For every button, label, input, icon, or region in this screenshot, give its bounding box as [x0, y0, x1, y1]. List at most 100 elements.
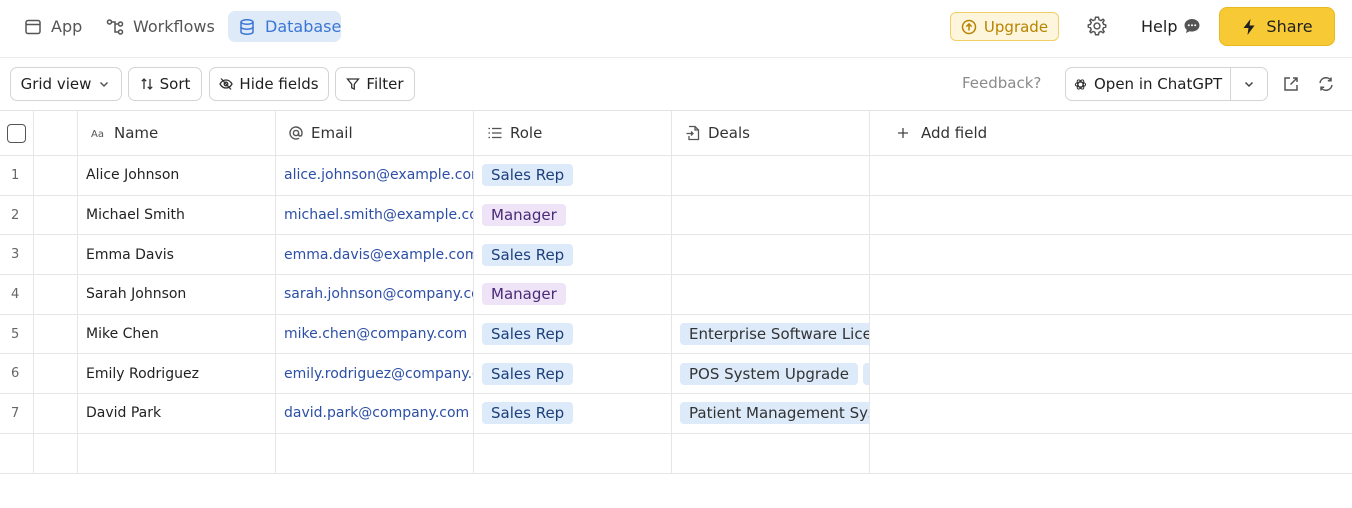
sort-label: Sort — [159, 75, 191, 93]
empty-cell[interactable] — [78, 433, 276, 473]
row-expand-cell[interactable] — [34, 156, 78, 195]
table-row[interactable]: 6 Emily Rodriguez emily.rodriguez@company.… — [0, 354, 1352, 395]
eye-off-icon — [219, 77, 234, 91]
arrow-up-circle-icon — [961, 19, 977, 35]
empty-cell — [0, 433, 34, 473]
email-cell[interactable]: emily.rodriguez@company.com — [276, 354, 474, 394]
filter-button[interactable]: Filter — [335, 67, 415, 101]
role-cell[interactable]: Manager — [474, 195, 672, 235]
name-cell[interactable]: Emma Davis — [78, 235, 276, 275]
email-link[interactable]: sarah.johnson@company.com — [284, 286, 473, 302]
email-link[interactable]: mike.chen@company.com — [284, 326, 467, 342]
role-chip: Manager — [482, 283, 566, 306]
deal-chip[interactable]: Patient Management System — [680, 402, 869, 425]
table-row[interactable]: 7 David Park david.park@company.com Sales R… — [0, 394, 1352, 434]
role-cell[interactable]: Sales Rep — [474, 354, 672, 394]
column-header-deals[interactable]: Deals — [672, 111, 870, 155]
table-row[interactable]: 1 Alice Johnson alice.johnson@example.com S… — [0, 156, 1352, 196]
email-cell[interactable]: michael.smith@example.com — [276, 195, 474, 235]
email-link[interactable]: michael.smith@example.com — [284, 207, 473, 223]
upgrade-label: Upgrade — [983, 17, 1049, 36]
select-all-checkbox[interactable] — [7, 123, 26, 143]
deal-chip[interactable]: Enterprise Software License — [680, 323, 869, 346]
name-cell[interactable]: Michael Smith — [78, 195, 276, 235]
deals-cell[interactable]: Patient Management System — [672, 394, 870, 433]
row-expand-cell[interactable] — [34, 314, 78, 354]
role-cell[interactable]: Sales Rep — [474, 314, 672, 354]
empty-cell[interactable] — [276, 433, 474, 473]
open-in-chatgpt-button[interactable]: Open in ChatGPT — [1066, 68, 1232, 100]
chevron-down-icon — [1242, 77, 1256, 91]
column-header-role[interactable]: Role — [474, 111, 672, 155]
email-cell[interactable]: emma.davis@example.com — [276, 235, 474, 275]
chatgpt-options-dropdown[interactable] — [1231, 68, 1267, 100]
deals-cell[interactable]: POS System Upgrade — [672, 354, 870, 394]
tab-workflows-label: Workflows — [133, 17, 215, 36]
hide-fields-label: Hide fields — [239, 75, 319, 93]
row-expand-cell[interactable] — [34, 275, 78, 314]
email-link[interactable]: david.park@company.com — [284, 405, 469, 421]
row-expand-cell[interactable] — [34, 195, 78, 235]
email-link[interactable]: emily.rodriguez@company.com — [284, 366, 473, 382]
name-cell[interactable]: Emily Rodriguez — [78, 354, 276, 394]
help-button[interactable]: Help — [1141, 13, 1201, 39]
filter-label: Filter — [366, 75, 404, 93]
role-cell[interactable]: Sales Rep — [474, 235, 672, 275]
empty-cell[interactable] — [672, 433, 870, 473]
refresh-button[interactable] — [1317, 75, 1335, 93]
column-header-email[interactable]: Email — [276, 111, 474, 155]
name-cell[interactable]: Alice Johnson — [78, 156, 276, 195]
settings-button[interactable] — [1084, 13, 1110, 39]
tab-database[interactable]: Database — [228, 11, 341, 42]
name-cell[interactable]: Sarah Johnson — [78, 275, 276, 314]
email-cell[interactable]: david.park@company.com — [276, 394, 474, 433]
row-expand-cell[interactable] — [34, 354, 78, 394]
deal-chip[interactable] — [862, 362, 869, 385]
external-link-button[interactable] — [1282, 75, 1300, 93]
refresh-icon — [1317, 75, 1335, 93]
name-cell[interactable]: David Park — [78, 394, 276, 433]
role-cell[interactable]: Sales Rep — [474, 156, 672, 195]
email-cell[interactable]: sarah.johnson@company.com — [276, 275, 474, 314]
sort-button[interactable]: Sort — [128, 67, 202, 101]
deals-cell[interactable] — [672, 195, 870, 235]
tab-app[interactable]: App — [14, 11, 92, 42]
hide-fields-button[interactable]: Hide fields — [209, 67, 329, 101]
column-header-name[interactable]: Aa Name — [78, 111, 276, 155]
deals-cell[interactable] — [672, 156, 870, 195]
tab-workflows[interactable]: Workflows — [96, 11, 225, 42]
empty-cell[interactable] — [474, 433, 672, 473]
row-number: 7 — [0, 394, 34, 433]
email-cell[interactable]: mike.chen@company.com — [276, 314, 474, 354]
feedback-link[interactable]: Feedback? — [962, 74, 1041, 92]
role-cell[interactable]: Sales Rep — [474, 394, 672, 433]
empty-new-row[interactable] — [0, 433, 1352, 474]
email-link[interactable]: alice.johnson@example.com — [284, 167, 473, 183]
name-value: Emily Rodriguez — [86, 365, 199, 382]
table-row[interactable]: 2 Michael Smith michael.smith@example.com M… — [0, 195, 1352, 236]
deal-chip[interactable]: POS System Upgrade — [680, 362, 858, 385]
role-chip: Sales Rep — [482, 402, 574, 425]
row-expand-cell[interactable] — [34, 394, 78, 433]
table-row[interactable]: 4 Sarah Johnson sarah.johnson@company.com M… — [0, 275, 1352, 315]
table-row[interactable]: 3 Emma Davis emma.davis@example.com Sales R… — [0, 235, 1352, 276]
email-cell[interactable]: alice.johnson@example.com — [276, 156, 474, 195]
name-value: Michael Smith — [86, 207, 185, 224]
upgrade-button[interactable]: Upgrade — [950, 12, 1059, 41]
name-cell[interactable]: Mike Chen — [78, 314, 276, 354]
deals-cell[interactable] — [672, 235, 870, 275]
table-row[interactable]: 5 Mike Chen mike.chen@company.com Sales Rep… — [0, 314, 1352, 355]
plus-icon — [897, 127, 909, 139]
share-button[interactable]: Share — [1219, 7, 1335, 46]
column-email-label: Email — [311, 124, 353, 142]
row-expand-cell[interactable] — [34, 235, 78, 275]
deals-cell[interactable]: Enterprise Software License — [672, 314, 870, 354]
grid-view-dropdown[interactable]: Grid view — [10, 67, 122, 101]
role-cell[interactable]: Manager — [474, 275, 672, 314]
at-sign-icon — [288, 125, 304, 141]
deals-cell[interactable] — [672, 275, 870, 314]
lightning-icon — [1241, 18, 1257, 36]
email-link[interactable]: emma.davis@example.com — [284, 247, 473, 263]
tab-database-label: Database — [265, 17, 342, 36]
add-field-button[interactable]: Add field — [870, 111, 1352, 155]
